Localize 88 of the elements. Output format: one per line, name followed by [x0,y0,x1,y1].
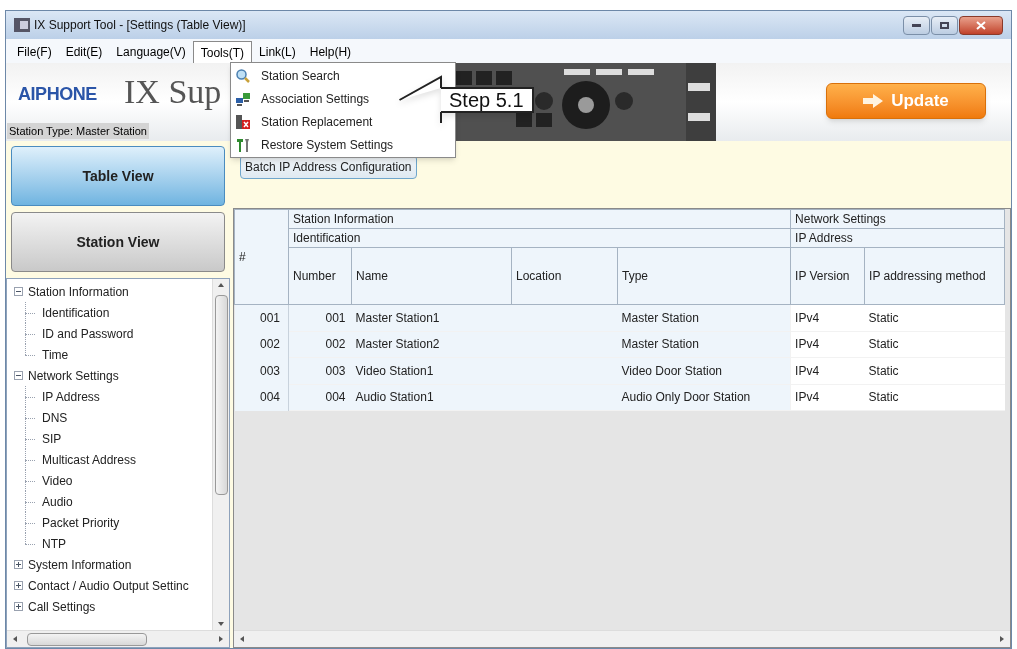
tree-item[interactable]: System Information [27,555,133,574]
tree-item[interactable]: NTP [41,534,67,553]
table-cell: IPv4 [790,304,865,331]
station-remove-icon [235,113,251,130]
close-icon [976,20,986,30]
column-header: IP Version [790,247,865,305]
table-cell: IPv4 [790,357,865,384]
horizontal-scrollbar[interactable] [234,630,1010,647]
table-cell: Audio Only Door Station [617,384,791,411]
table-cell: Static [864,357,1005,384]
menu-item[interactable]: Tools(T) [192,41,253,63]
column-header: IP addressing method [864,247,1005,305]
computers-icon [235,90,251,107]
vertical-scrollbar[interactable] [212,279,229,630]
menu-entry[interactable]: Station Search [231,64,342,87]
brand-logo: AIPHONE [18,83,97,106]
table-cell: IPv4 [790,331,865,358]
tree-item[interactable]: Contact / Audio Output Settinc [27,576,190,595]
scroll-up-icon[interactable] [217,281,225,289]
menu-item[interactable]: Language(V) [109,41,193,63]
table-cell: Master Station [617,304,791,331]
table-cell: Master Station [617,331,791,358]
menu-entry[interactable]: Association Settings [231,87,372,110]
table-cell: Static [864,304,1005,331]
scroll-right-icon[interactable] [998,635,1006,643]
minimize-button[interactable] [903,15,930,35]
table-cell: Static [864,384,1005,411]
column-header: Name [351,247,512,305]
tree-item[interactable]: ID and Password [41,324,135,343]
column-header: Type [617,247,791,305]
window-title: IX Support Tool - [Settings (Table View)] [34,17,246,34]
table-cell: Static [864,331,1005,358]
station-type-label: Station Type: Master Station [7,122,149,139]
menu-item[interactable]: File(F) [10,41,59,63]
scroll-right-icon[interactable] [217,635,225,643]
collapse-icon[interactable] [13,287,23,296]
row-index-cell: 001 [234,304,289,331]
tree-item[interactable]: Time [41,345,70,364]
view-button[interactable]: Station View [11,212,225,272]
column-header: # [234,209,289,305]
tree-item[interactable]: Station Information [27,282,130,301]
maximize-button[interactable] [931,15,958,35]
table-cell: IPv4 [790,384,865,411]
tree-item[interactable]: Network Settings [27,366,120,385]
row-index-cell: 002 [234,331,289,358]
horizontal-scrollbar[interactable] [7,630,229,647]
row-index-cell: 004 [234,384,289,411]
tree-item[interactable]: Video [41,471,74,490]
group-header: Identification [288,228,791,248]
expand-icon[interactable] [13,560,23,569]
scroll-left-icon[interactable] [11,635,19,643]
menu-entry[interactable]: Station Replacement [231,110,375,133]
group-header: Network Settings [790,209,1005,229]
group-header: IP Address [790,228,1005,248]
table-cell: Master Station2 [351,331,512,358]
callout-label: Step 5.1 [441,87,534,113]
table-cell: Video Door Station [617,357,791,384]
tree-item[interactable]: Call Settings [27,597,97,616]
tree-item[interactable]: SIP [41,429,63,448]
magnifier-icon [235,67,251,84]
collapse-icon[interactable] [13,371,23,380]
expand-icon[interactable] [13,581,23,590]
table-cell: Video Station1 [351,357,512,384]
tree-item[interactable]: DNS [41,408,69,427]
menu-item[interactable]: Link(L) [252,41,303,63]
menu-item[interactable]: Edit(E) [58,41,110,63]
menu-entry[interactable]: Restore System Settings [231,133,396,156]
tree-item[interactable]: Packet Priority [41,513,121,532]
tree-item[interactable]: IP Address [41,387,101,406]
view-button[interactable]: Table View [11,146,225,206]
tree-item[interactable]: Multicast Address [41,450,138,469]
app-icon [14,18,30,32]
tree-item[interactable]: Audio [41,492,74,511]
table-cell: Master Station1 [351,304,512,331]
arrow-right-icon [863,94,884,108]
tools-icon [235,136,251,153]
menu-item[interactable]: Help(H) [302,41,359,63]
product-logo: IX Sup [124,75,222,109]
column-header: Location [511,247,618,305]
tree-item[interactable]: Identification [41,303,111,322]
scroll-down-icon[interactable] [217,620,225,628]
group-header: Station Information [288,209,791,229]
row-index-cell: 003 [234,357,289,384]
column-header: Number [288,247,352,305]
expand-icon[interactable] [13,602,23,611]
scroll-left-icon[interactable] [238,635,246,643]
table-cell: Audio Station1 [351,384,512,411]
close-button[interactable] [959,15,1003,35]
